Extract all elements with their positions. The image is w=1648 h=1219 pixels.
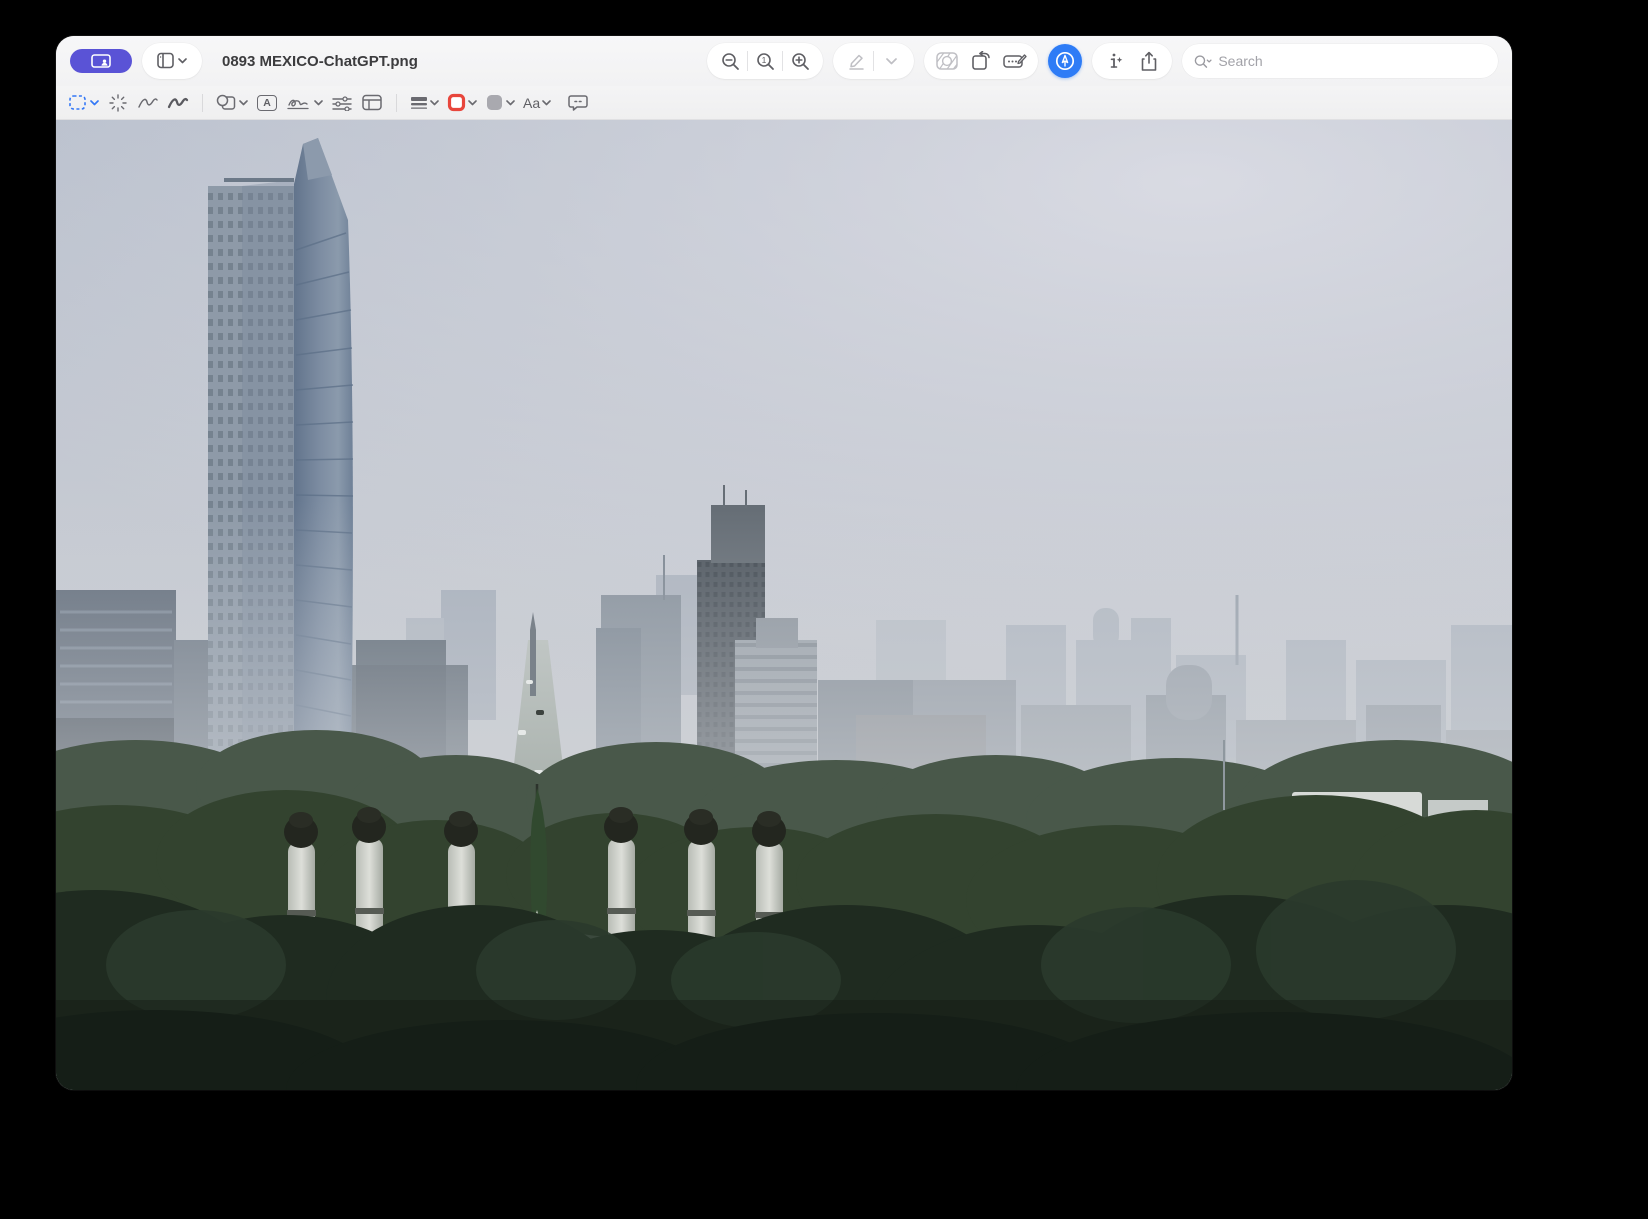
rotate-left-button[interactable] xyxy=(964,46,998,76)
shapes-tool-button[interactable] xyxy=(213,89,251,117)
line-thickness-tool-button[interactable] xyxy=(407,89,442,117)
chevron-down-icon xyxy=(314,100,323,106)
text-tool-button[interactable]: A xyxy=(253,89,281,117)
pen-style-chevron-button[interactable] xyxy=(874,46,908,76)
image-canvas[interactable] xyxy=(56,120,1512,1090)
draw-squiggle-icon xyxy=(167,96,189,110)
sketch-tool-button[interactable] xyxy=(134,89,162,117)
shapes-icon xyxy=(216,94,237,111)
sidebar-group xyxy=(142,43,202,79)
chevron-down-icon xyxy=(239,100,248,106)
pen-style-button[interactable] xyxy=(839,46,873,76)
remove-background-icon xyxy=(936,52,958,70)
adjust-tool-button[interactable] xyxy=(328,89,356,117)
selection-rect-icon xyxy=(69,95,88,111)
draw-tool-button[interactable] xyxy=(164,89,192,117)
remove-background-button[interactable] xyxy=(930,46,964,76)
zoom-in-button[interactable] xyxy=(783,46,817,76)
pencil-underline-icon xyxy=(846,51,866,71)
form-fill-icon xyxy=(1003,52,1027,70)
text-style-label: Aa xyxy=(523,95,540,111)
adjust-sliders-icon xyxy=(331,95,353,111)
search-chevron-icon xyxy=(1194,54,1212,69)
fill-color-swatch-icon xyxy=(485,93,504,112)
svg-text:1: 1 xyxy=(761,55,766,65)
screen-user-icon xyxy=(91,54,111,68)
mexico-city-photo xyxy=(56,120,1512,1090)
speech-bubble-icon xyxy=(568,94,588,112)
divider xyxy=(202,94,203,112)
actual-size-button[interactable]: 1 xyxy=(748,46,782,76)
rotate-left-icon xyxy=(971,51,992,71)
preview-window: 0893 MEXICO-ChatGPT.png 1 xyxy=(56,36,1512,1090)
selection-tool-button[interactable] xyxy=(66,89,102,117)
sidebar-icon xyxy=(157,52,178,70)
description-tool-button[interactable] xyxy=(564,89,592,117)
table-icon xyxy=(362,94,382,111)
info-share-group xyxy=(1092,43,1172,79)
chevron-down-icon xyxy=(468,100,477,106)
chevron-down-icon xyxy=(178,58,187,64)
zoom-out-button[interactable] xyxy=(713,46,747,76)
info-sparkle-icon xyxy=(1106,51,1124,71)
chevron-down-icon xyxy=(542,100,551,106)
sketch-squiggle-icon xyxy=(137,96,159,110)
zoom-controls-group: 1 xyxy=(707,43,823,79)
instant-alpha-tool-button[interactable] xyxy=(104,89,132,117)
text-box-icon: A xyxy=(257,95,277,111)
share-icon xyxy=(1140,51,1158,72)
table-tool-button[interactable] xyxy=(358,89,386,117)
share-button[interactable] xyxy=(1132,46,1166,76)
chevron-down-icon xyxy=(506,100,515,106)
sidebar-toggle-button[interactable] xyxy=(148,46,196,76)
markup-pen-circle-icon xyxy=(1055,51,1075,71)
fill-color-tool-button[interactable] xyxy=(482,89,518,117)
magnifier-plus-icon xyxy=(791,52,810,71)
obelisk-silhouette xyxy=(530,630,536,696)
search-input[interactable] xyxy=(1218,53,1486,69)
border-color-tool-button[interactable] xyxy=(444,89,480,117)
border-color-swatch-icon xyxy=(447,93,466,112)
markup-toggle-button[interactable] xyxy=(1048,44,1082,78)
search-field[interactable] xyxy=(1182,44,1498,78)
pen-style-group xyxy=(833,43,914,79)
window-title: 0893 MEXICO-ChatGPT.png xyxy=(222,53,418,70)
text-style-tool-button[interactable]: Aa xyxy=(520,89,554,117)
instant-alpha-sparkle-icon xyxy=(108,93,128,113)
signature-icon xyxy=(286,95,312,111)
line-thickness-icon xyxy=(410,96,428,110)
fill-form-button[interactable] xyxy=(998,46,1032,76)
chevron-down-icon xyxy=(430,100,439,106)
markup-toolbar: A xyxy=(56,86,1512,120)
divider xyxy=(396,94,397,112)
visual-lookup-info-button[interactable] xyxy=(1098,46,1132,76)
title-bar: 0893 MEXICO-ChatGPT.png 1 xyxy=(56,36,1512,86)
signature-tool-button[interactable] xyxy=(283,89,326,117)
magnifier-one-icon: 1 xyxy=(756,52,775,71)
image-edit-group xyxy=(924,43,1038,79)
magnifier-minus-icon xyxy=(721,52,740,71)
chevron-down-icon xyxy=(90,100,99,106)
chevron-down-icon xyxy=(886,58,897,65)
screen-share-button[interactable] xyxy=(70,49,132,73)
